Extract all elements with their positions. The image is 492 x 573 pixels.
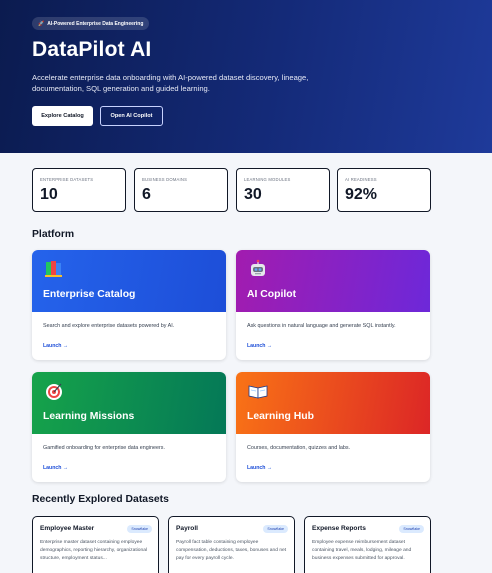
hero-badge: 🚀 AI-Powered Enterprise Data Engineering [32,17,150,30]
card-header: Enterprise Catalog [32,250,226,312]
robot-icon [251,259,265,276]
dataset-card-employee-master[interactable]: Employee Master Snowflake Enterprise mas… [32,516,159,573]
dataset-name: Expense Reports [312,525,366,532]
stat-value: 30 [244,186,262,203]
hero-banner: 🚀 AI-Powered Enterprise Data Engineering… [0,0,492,153]
stat-card-ai-readiness: AI READINESS 92% [337,168,431,212]
target-icon [46,383,62,400]
card-header: Learning Missions [32,372,226,434]
launch-link[interactable]: Launch → [43,465,68,471]
open-ai-copilot-button[interactable]: Open AI Copilot [100,106,163,126]
dataset-card-payroll[interactable]: Payroll Snowflake Payroll fact table con… [168,516,295,573]
ai-copilot-card[interactable]: AI Copilot Ask questions in natural lang… [236,250,430,360]
stat-card-enterprise-datasets: ENTERPRISE DATASETS 10 [32,168,126,212]
dataset-name: Payroll [176,525,198,532]
card-description: Ask questions in natural language and ge… [247,323,396,329]
stat-value: 92% [345,186,378,203]
launch-link[interactable]: Launch → [43,343,68,349]
page-title: DataPilot AI [32,38,152,61]
dataset-source-badge: Snowflake [399,525,424,533]
enterprise-catalog-card[interactable]: Enterprise Catalog Search and explore en… [32,250,226,360]
card-title: Learning Missions [43,411,135,422]
learning-hub-card[interactable]: Learning Hub Courses, documentation, qui… [236,372,430,482]
card-header: AI Copilot [236,250,430,312]
dataset-description: Enterprise master dataset containing emp… [40,540,148,561]
stat-value: 6 [142,186,151,203]
platform-heading: Platform [32,229,75,240]
dataset-name: Employee Master [40,525,95,532]
card-description: Search and explore enterprise datasets p… [43,323,175,329]
stat-label: LEARNING MODULES [244,177,291,182]
card-title: AI Copilot [247,289,297,300]
stat-label: ENTERPRISE DATASETS [40,177,94,182]
book-icon [248,385,268,399]
dataset-card-expense-reports[interactable]: Expense Reports Snowflake Employee expen… [304,516,431,573]
dataset-source-badge: Snowflake [127,525,152,533]
recent-datasets-heading: Recently Explored Datasets [32,494,169,505]
dataset-description: Payroll fact table containing employee c… [176,540,287,561]
dataset-description: Employee expense reimbursement dataset c… [312,540,412,561]
card-title: Enterprise Catalog [43,289,136,300]
card-description: Gamified onboarding for enterprise data … [43,445,165,451]
learning-missions-card[interactable]: Learning Missions Gamified onboarding fo… [32,372,226,482]
rocket-icon: 🚀 [38,20,45,27]
hero-badge-label: AI-Powered Enterprise Data Engineering [47,20,144,27]
dataset-source-badge: Snowflake [263,525,288,533]
launch-link[interactable]: Launch → [247,465,272,471]
stat-label: BUSINESS DOMAINS [142,177,188,182]
card-description: Courses, documentation, quizzes and labs… [247,445,351,451]
stat-value: 10 [40,186,58,203]
stat-card-learning-modules: LEARNING MODULES 30 [236,168,330,212]
launch-link[interactable]: Launch → [247,343,272,349]
stat-label: AI READINESS [345,177,377,182]
card-title: Learning Hub [247,411,314,422]
stat-card-business-domains: BUSINESS DOMAINS 6 [134,168,228,212]
books-icon [45,261,62,277]
card-header: Learning Hub [236,372,430,434]
explore-catalog-button[interactable]: Explore Catalog [32,106,93,126]
hero-subtitle: Accelerate enterprise data onboarding wi… [32,73,309,93]
